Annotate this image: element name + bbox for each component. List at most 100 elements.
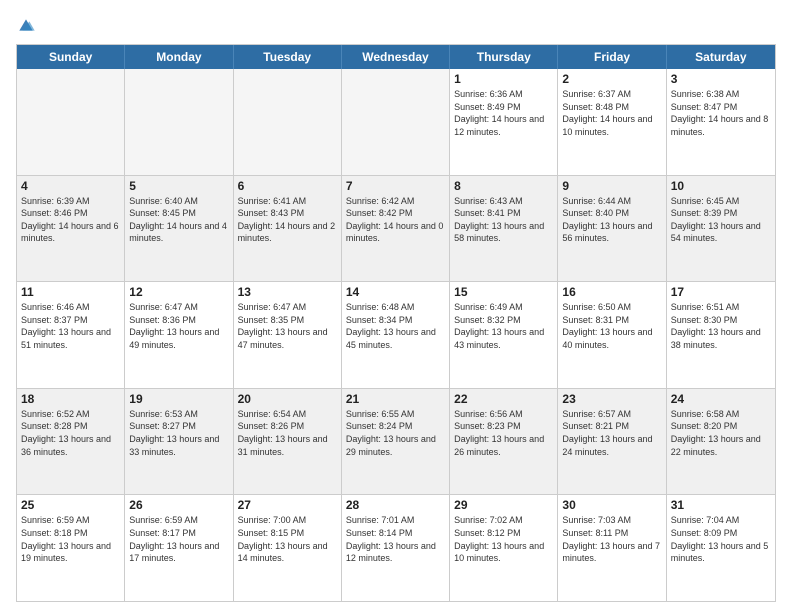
logo-icon <box>16 16 36 36</box>
cell-text: Sunrise: 7:01 AM Sunset: 8:14 PM Dayligh… <box>346 514 445 564</box>
day-header-wednesday: Wednesday <box>342 45 450 69</box>
calendar-cell: 31Sunrise: 7:04 AM Sunset: 8:09 PM Dayli… <box>667 495 775 601</box>
calendar-cell: 1 Sunrise: 6:36 AM Sunset: 8:49 PM Daylig… <box>450 69 558 175</box>
day-number: 27 <box>238 498 337 512</box>
calendar-cell: 30Sunrise: 7:03 AM Sunset: 8:11 PM Dayli… <box>558 495 666 601</box>
calendar: SundayMondayTuesdayWednesdayThursdayFrid… <box>16 44 776 602</box>
cell-text: Sunrise: 6:45 AM Sunset: 8:39 PM Dayligh… <box>671 195 771 245</box>
cell-text: Sunrise: 6:46 AM Sunset: 8:37 PM Dayligh… <box>21 301 120 351</box>
cell-text: Sunrise: 6:43 AM Sunset: 8:41 PM Dayligh… <box>454 195 553 245</box>
page: SundayMondayTuesdayWednesdayThursdayFrid… <box>0 0 792 612</box>
cell-text: Sunrise: 6:47 AM Sunset: 8:35 PM Dayligh… <box>238 301 337 351</box>
calendar-cell: 25Sunrise: 6:59 AM Sunset: 8:18 PM Dayli… <box>17 495 125 601</box>
calendar-cell: 13 Sunrise: 6:47 AM Sunset: 8:35 PM Dayli… <box>234 282 342 388</box>
day-number: 8 <box>454 179 553 193</box>
week-row-3: 11 Sunrise: 6:46 AM Sunset: 8:37 PM Dayli… <box>17 282 775 389</box>
calendar-cell: 28 Sunrise: 7:01 AM Sunset: 8:14 PM Dayli… <box>342 495 450 601</box>
calendar-cell: 7Sunrise: 6:42 AM Sunset: 8:42 PM Daylig… <box>342 176 450 282</box>
day-number: 5 <box>129 179 228 193</box>
day-number: 20 <box>238 392 337 406</box>
cell-text: Sunrise: 7:00 AM Sunset: 8:15 PM Dayligh… <box>238 514 337 564</box>
calendar-cell: 9Sunrise: 6:44 AM Sunset: 8:40 PM Daylig… <box>558 176 666 282</box>
day-number: 11 <box>21 285 120 299</box>
calendar-cell: 18 Sunrise: 6:52 AM Sunset: 8:28 PM Dayli… <box>17 389 125 495</box>
calendar-cell: 27 Sunrise: 7:00 AM Sunset: 8:15 PM Dayli… <box>234 495 342 601</box>
day-number: 31 <box>671 498 771 512</box>
day-number: 2 <box>562 72 661 86</box>
day-header-saturday: Saturday <box>667 45 775 69</box>
calendar-cell: 22 Sunrise: 6:56 AM Sunset: 8:23 PM Dayli… <box>450 389 558 495</box>
calendar-cell: 23Sunrise: 6:57 AM Sunset: 8:21 PM Dayli… <box>558 389 666 495</box>
calendar-cell <box>342 69 450 175</box>
cell-text: Sunrise: 6:58 AM Sunset: 8:20 PM Dayligh… <box>671 408 771 458</box>
week-row-1: 1 Sunrise: 6:36 AM Sunset: 8:49 PM Daylig… <box>17 69 775 176</box>
calendar-cell: 17Sunrise: 6:51 AM Sunset: 8:30 PM Dayli… <box>667 282 775 388</box>
cell-text: Sunrise: 6:36 AM Sunset: 8:49 PM Dayligh… <box>454 88 553 138</box>
day-number: 12 <box>129 285 228 299</box>
cell-text: Sunrise: 6:37 AM Sunset: 8:48 PM Dayligh… <box>562 88 661 138</box>
day-number: 29 <box>454 498 553 512</box>
calendar-cell: 14 Sunrise: 6:48 AM Sunset: 8:34 PM Dayli… <box>342 282 450 388</box>
day-number: 28 <box>346 498 445 512</box>
calendar-cell: 4 Sunrise: 6:39 AM Sunset: 8:46 PM Daylig… <box>17 176 125 282</box>
calendar-cell: 12 Sunrise: 6:47 AM Sunset: 8:36 PM Dayli… <box>125 282 233 388</box>
day-number: 1 <box>454 72 553 86</box>
cell-text: Sunrise: 6:49 AM Sunset: 8:32 PM Dayligh… <box>454 301 553 351</box>
cell-text: Sunrise: 7:02 AM Sunset: 8:12 PM Dayligh… <box>454 514 553 564</box>
cell-text: Sunrise: 6:50 AM Sunset: 8:31 PM Dayligh… <box>562 301 661 351</box>
cell-text: Sunrise: 6:51 AM Sunset: 8:30 PM Dayligh… <box>671 301 771 351</box>
cell-text: Sunrise: 6:41 AM Sunset: 8:43 PM Dayligh… <box>238 195 337 245</box>
calendar-cell: 6 Sunrise: 6:41 AM Sunset: 8:43 PM Daylig… <box>234 176 342 282</box>
cell-text: Sunrise: 6:47 AM Sunset: 8:36 PM Dayligh… <box>129 301 228 351</box>
cell-text: Sunrise: 6:40 AM Sunset: 8:45 PM Dayligh… <box>129 195 228 245</box>
day-header-tuesday: Tuesday <box>234 45 342 69</box>
day-header-monday: Monday <box>125 45 233 69</box>
calendar-cell <box>17 69 125 175</box>
day-header-thursday: Thursday <box>450 45 558 69</box>
day-number: 3 <box>671 72 771 86</box>
calendar-cell: 16Sunrise: 6:50 AM Sunset: 8:31 PM Dayli… <box>558 282 666 388</box>
calendar-cell: 20 Sunrise: 6:54 AM Sunset: 8:26 PM Dayli… <box>234 389 342 495</box>
week-row-5: 25Sunrise: 6:59 AM Sunset: 8:18 PM Dayli… <box>17 495 775 601</box>
calendar-cell <box>125 69 233 175</box>
day-number: 22 <box>454 392 553 406</box>
day-number: 13 <box>238 285 337 299</box>
calendar-cell: 5 Sunrise: 6:40 AM Sunset: 8:45 PM Daylig… <box>125 176 233 282</box>
day-number: 9 <box>562 179 661 193</box>
calendar-cell: 19Sunrise: 6:53 AM Sunset: 8:27 PM Dayli… <box>125 389 233 495</box>
week-row-2: 4 Sunrise: 6:39 AM Sunset: 8:46 PM Daylig… <box>17 176 775 283</box>
calendar-cell: 29 Sunrise: 7:02 AM Sunset: 8:12 PM Dayli… <box>450 495 558 601</box>
day-number: 4 <box>21 179 120 193</box>
calendar-cell <box>234 69 342 175</box>
day-number: 6 <box>238 179 337 193</box>
calendar-cell: 10 Sunrise: 6:45 AM Sunset: 8:39 PM Dayli… <box>667 176 775 282</box>
day-header-sunday: Sunday <box>17 45 125 69</box>
cell-text: Sunrise: 6:59 AM Sunset: 8:18 PM Dayligh… <box>21 514 120 564</box>
header <box>16 16 776 36</box>
day-number: 10 <box>671 179 771 193</box>
day-number: 19 <box>129 392 228 406</box>
day-number: 18 <box>21 392 120 406</box>
cell-text: Sunrise: 6:39 AM Sunset: 8:46 PM Dayligh… <box>21 195 120 245</box>
calendar-cell: 24 Sunrise: 6:58 AM Sunset: 8:20 PM Dayli… <box>667 389 775 495</box>
day-number: 26 <box>129 498 228 512</box>
cell-text: Sunrise: 6:38 AM Sunset: 8:47 PM Dayligh… <box>671 88 771 138</box>
day-number: 14 <box>346 285 445 299</box>
calendar-cell: 11 Sunrise: 6:46 AM Sunset: 8:37 PM Dayli… <box>17 282 125 388</box>
cell-text: Sunrise: 6:48 AM Sunset: 8:34 PM Dayligh… <box>346 301 445 351</box>
day-header-friday: Friday <box>558 45 666 69</box>
day-number: 7 <box>346 179 445 193</box>
cell-text: Sunrise: 6:52 AM Sunset: 8:28 PM Dayligh… <box>21 408 120 458</box>
day-number: 15 <box>454 285 553 299</box>
calendar-cell: 8 Sunrise: 6:43 AM Sunset: 8:41 PM Daylig… <box>450 176 558 282</box>
calendar-header-row: SundayMondayTuesdayWednesdayThursdayFrid… <box>17 45 775 69</box>
cell-text: Sunrise: 6:54 AM Sunset: 8:26 PM Dayligh… <box>238 408 337 458</box>
day-number: 23 <box>562 392 661 406</box>
cell-text: Sunrise: 6:55 AM Sunset: 8:24 PM Dayligh… <box>346 408 445 458</box>
calendar-cell: 2 Sunrise: 6:37 AM Sunset: 8:48 PM Daylig… <box>558 69 666 175</box>
day-number: 30 <box>562 498 661 512</box>
cell-text: Sunrise: 6:56 AM Sunset: 8:23 PM Dayligh… <box>454 408 553 458</box>
day-number: 24 <box>671 392 771 406</box>
logo <box>16 16 40 36</box>
week-row-4: 18 Sunrise: 6:52 AM Sunset: 8:28 PM Dayli… <box>17 389 775 496</box>
